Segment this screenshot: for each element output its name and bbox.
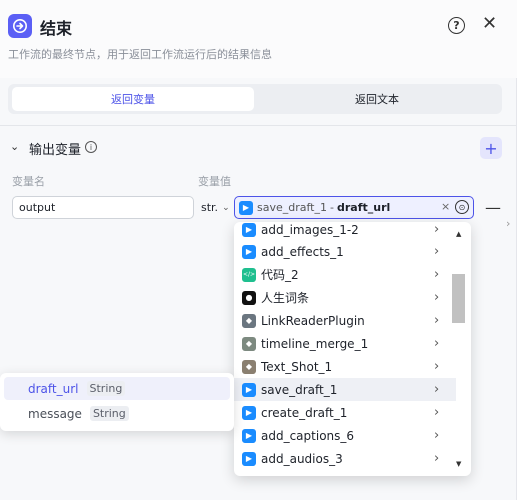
clear-icon[interactable]: × (441, 200, 450, 213)
chevron-right-icon[interactable]: › (434, 382, 439, 397)
reference-separator: - (330, 201, 334, 214)
play-icon: ▶ (242, 405, 256, 420)
play-icon: ▶ (242, 451, 256, 466)
variable-value-label: 变量值 (198, 175, 231, 188)
field-name: message (28, 406, 82, 421)
node-option-label: 人生词条 (261, 291, 310, 305)
code-icon: </> (242, 267, 256, 282)
node-option-label: add_effects_1 (261, 244, 344, 259)
panel-header: 结束 ? ✕ 工作流的最终节点，用于返回工作流运行后的结果信息 (0, 0, 517, 78)
scroll-down-arrow[interactable]: ▼ (456, 460, 461, 468)
edge-indicator: › (506, 217, 511, 230)
panel-title: 结束 (40, 19, 73, 38)
play-icon: ▶ (242, 428, 256, 443)
end-node-icon (8, 14, 32, 38)
scrollbar-track[interactable]: ▲ ▼ (452, 224, 466, 474)
reference-node-name: save_draft_1 (257, 201, 327, 214)
chevron-right-icon[interactable]: › (434, 313, 439, 328)
node-option-label: save_draft_1 (261, 382, 338, 397)
section-divider (0, 125, 517, 126)
node-option-label: Text_Shot_1 (261, 359, 333, 374)
help-icon[interactable]: ? (448, 17, 465, 34)
photo-icon: ◆ (242, 313, 256, 328)
plugin-icon: ● (242, 290, 256, 305)
play-icon: ▶ (242, 382, 256, 397)
node-option[interactable]: ◆ Text_Shot_1 › (234, 355, 456, 378)
node-option[interactable]: ◆ LinkReaderPlugin › (234, 309, 456, 332)
target-icon[interactable]: ⊙ (455, 200, 469, 214)
chevron-down-icon[interactable]: ⌄ (10, 140, 19, 153)
variable-name-value: output (19, 201, 56, 214)
node-option-label: LinkReaderPlugin (261, 313, 365, 328)
node-option-label: 代码_2 (261, 268, 299, 282)
output-variables-title: 输出变量 (29, 143, 82, 158)
photo-icon: ◆ (242, 336, 256, 351)
node-option-label: create_draft_1 (261, 405, 348, 420)
node-option[interactable]: ▶ create_draft_1 › (234, 401, 456, 424)
close-icon[interactable]: ✕ (482, 13, 497, 34)
variable-name-label: 变量名 (12, 175, 45, 188)
field-type-badge: String (86, 381, 126, 396)
field-name: draft_url (28, 381, 79, 396)
chevron-right-icon[interactable]: › (434, 405, 439, 420)
chevron-down-icon: ⌄ (222, 202, 230, 213)
chevron-right-icon[interactable]: › (434, 290, 439, 305)
field-submenu: draft_url String message String (0, 373, 234, 431)
chevron-right-icon[interactable]: › (434, 359, 439, 374)
node-reference-dropdown: ▶ add_images_1-2 › ▶ add_effects_1 › </> 代码_2 › ●… (234, 222, 471, 476)
info-icon[interactable]: i (85, 141, 97, 153)
photo-icon: ◆ (242, 359, 256, 374)
tab-return-variables[interactable]: 返回变量 (12, 87, 254, 111)
node-option[interactable]: ▶ add_captions_6 › (234, 424, 456, 447)
variable-value-input[interactable]: ▶ save_draft_1 - draft_url × ⊙ (234, 196, 474, 219)
panel-description: 工作流的最终节点，用于返回工作流运行后的结果信息 (8, 48, 272, 61)
node-option-label: add_audios_3 (261, 451, 343, 466)
reference-field-name: draft_url (336, 201, 391, 214)
variable-type-select[interactable]: str. ⌄ (198, 196, 232, 219)
variable-name-input[interactable]: output (12, 196, 194, 219)
scrollbar-thumb[interactable] (452, 274, 465, 323)
return-mode-tabs: 返回变量 返回文本 (8, 84, 502, 114)
scroll-up-arrow[interactable]: ▲ (456, 230, 461, 238)
remove-variable-button[interactable]: — (485, 198, 501, 217)
play-icon: ▶ (239, 200, 253, 215)
node-option[interactable]: ▶ save_draft_1 › (234, 378, 456, 401)
node-option-label: timeline_merge_1 (261, 336, 369, 351)
node-option[interactable]: ▶ add_effects_1 › (234, 240, 456, 263)
node-option[interactable]: ● 人生词条 › (234, 286, 456, 309)
chevron-right-icon[interactable]: › (434, 222, 439, 237)
tab-return-text[interactable]: 返回文本 (256, 87, 498, 111)
node-option-label: add_captions_6 (261, 428, 355, 443)
node-option[interactable]: ▶ add_images_1-2 › (234, 222, 456, 241)
chevron-right-icon[interactable]: › (434, 267, 439, 282)
chevron-right-icon[interactable]: › (434, 244, 439, 259)
play-icon: ▶ (242, 244, 256, 259)
node-option[interactable]: ◆ timeline_merge_1 › (234, 332, 456, 355)
field-item-draft-url[interactable]: draft_url String (4, 377, 230, 400)
node-option[interactable]: ▶ add_audios_3 › (234, 447, 456, 470)
play-icon: ▶ (242, 222, 256, 237)
chevron-right-icon[interactable]: › (434, 428, 439, 443)
add-variable-button[interactable]: + (480, 137, 502, 159)
node-option[interactable]: </> 代码_2 › (234, 263, 456, 286)
variable-type-value: str. (201, 201, 219, 214)
node-option-label: add_images_1-2 (261, 222, 359, 237)
field-item-message[interactable]: message String (4, 402, 230, 425)
chevron-right-icon[interactable]: › (434, 451, 439, 466)
field-type-badge: String (89, 406, 129, 421)
chevron-right-icon[interactable]: › (434, 336, 439, 351)
